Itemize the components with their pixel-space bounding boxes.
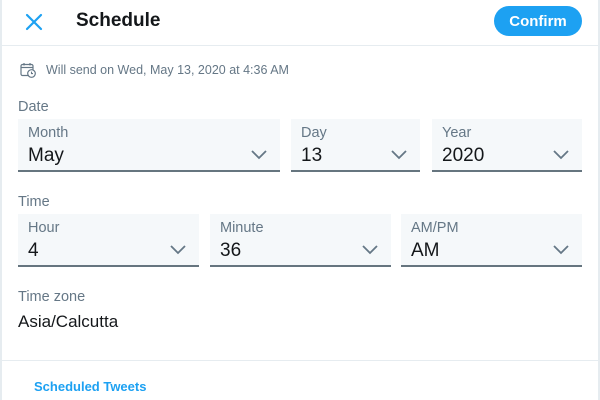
divider [2, 360, 598, 361]
day-label: Day [301, 125, 327, 141]
day-value: 13 [301, 145, 323, 166]
ampm-value: AM [411, 240, 440, 261]
send-info: Will send on Wed, May 13, 2020 at 4:36 A… [20, 60, 289, 80]
timezone-value: Asia/Calcutta [18, 312, 119, 331]
hour-label: Hour [28, 220, 60, 236]
minute-select[interactable]: Minute 36 [210, 214, 391, 267]
scheduled-tweets-link[interactable]: Scheduled Tweets [34, 379, 146, 394]
chevron-down-icon [251, 150, 267, 160]
chevron-down-icon [553, 150, 569, 160]
chevron-down-icon [170, 245, 186, 255]
hour-value: 4 [28, 240, 39, 261]
year-value: 2020 [442, 145, 485, 166]
month-label: Month [28, 125, 69, 141]
close-icon [25, 13, 43, 31]
year-label: Year [442, 125, 472, 141]
date-section-label: Date [18, 99, 49, 115]
hour-select[interactable]: Hour 4 [18, 214, 199, 267]
chevron-down-icon [362, 245, 378, 255]
modal-header: Schedule Confirm [2, 0, 598, 46]
chevron-down-icon [553, 245, 569, 255]
month-value: May [28, 145, 64, 166]
ampm-label: AM/PM [411, 220, 459, 236]
day-select[interactable]: Day 13 [291, 119, 420, 172]
confirm-button[interactable]: Confirm [494, 6, 582, 36]
minute-value: 36 [220, 240, 242, 261]
page-title: Schedule [76, 10, 161, 31]
minute-label: Minute [220, 220, 264, 236]
ampm-select[interactable]: AM/PM AM [401, 214, 582, 267]
calendar-clock-icon [20, 63, 36, 78]
time-section-label: Time [18, 194, 50, 210]
schedule-modal: Schedule Confirm Will send on Wed, May 1… [2, 0, 598, 400]
send-info-text: Will send on Wed, May 13, 2020 at 4:36 A… [46, 63, 289, 77]
close-button[interactable] [20, 8, 48, 36]
month-select[interactable]: Month May [18, 119, 280, 172]
chevron-down-icon [391, 150, 407, 160]
timezone-label: Time zone [18, 289, 86, 305]
year-select[interactable]: Year 2020 [432, 119, 582, 172]
